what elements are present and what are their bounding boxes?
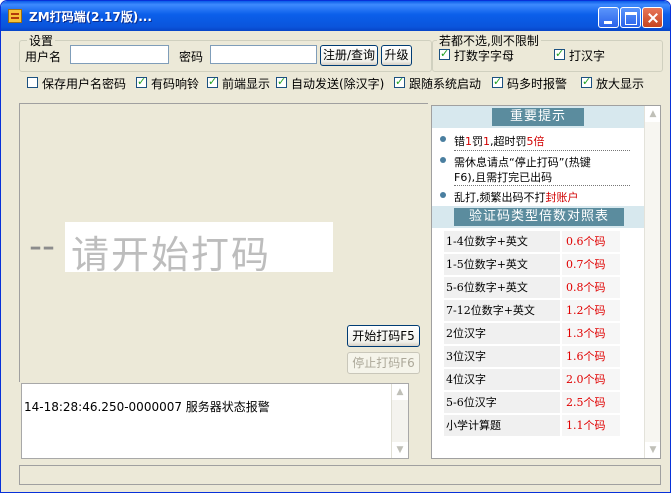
scroll-down-icon[interactable]: ▼ (645, 442, 660, 458)
register-query-button[interactable]: 注册/查询 (320, 45, 378, 66)
log-line: 14-18:28:46.250-0000007 服务器状态报警 (24, 400, 270, 414)
divider (454, 185, 630, 186)
username-input[interactable] (70, 45, 169, 64)
notice-panel: 重要提示 错1罚1,超时罚5倍 需休息请点“停止打码”(热键 F6),且需打完已… (431, 105, 661, 459)
start-typing-button[interactable]: 开始打码F5 (347, 325, 420, 347)
window-title: ZM打码端(2.17版)... (29, 10, 152, 24)
table-row: 3位汉字 1.6个码 (444, 346, 620, 367)
divider (454, 150, 630, 151)
chinese-check[interactable] (554, 47, 565, 60)
table-row: 1-5位数字+英文 0.7个码 (444, 254, 620, 275)
app-window: ZM打码端(2.17版)... 设置 用户名 密码 注册/查询 升级 若都不选,… (0, 0, 671, 493)
password-label: 密码 (179, 50, 204, 64)
table-row: 7-12位数字+英文 1.2个码 (444, 300, 620, 321)
table-row: 4位汉字 2.0个码 (444, 369, 620, 390)
table-row: 5-6位汉字 2.5个码 (444, 392, 620, 413)
password-input[interactable] (210, 45, 317, 64)
notice-title: 重要提示 (492, 108, 584, 126)
minimize-button[interactable] (598, 7, 619, 28)
log-area[interactable]: 14-18:28:46.250-0000007 服务器状态报警 ▲ ▼ (21, 383, 409, 459)
maximize-button[interactable] (620, 7, 641, 28)
status-bar (19, 465, 661, 485)
notice-scrollbar[interactable]: ▲ ▼ (644, 106, 660, 458)
prompt-text: 请开始打码 (71, 233, 272, 277)
table-row: 小学计算题 1.1个码 (444, 415, 620, 436)
digits-letters-label: 打数字字母 (454, 49, 515, 63)
scroll-up-icon[interactable]: ▲ (392, 384, 408, 400)
chinese-label: 打汉字 (569, 49, 606, 63)
prompt-box: 请开始打码 (65, 222, 333, 277)
close-button[interactable] (642, 7, 663, 28)
table-row: 5-6位数字+英文 0.8个码 (444, 277, 620, 298)
app-icon (8, 9, 22, 23)
title-bar[interactable]: ZM打码端(2.17版)... (1, 1, 670, 31)
log-scrollbar[interactable]: ▲ ▼ (391, 384, 408, 458)
username-label: 用户名 (25, 50, 62, 64)
digits-letters-check[interactable] (439, 47, 450, 60)
bullet-icon (440, 136, 446, 142)
table-row: 2位汉字 1.3个码 (444, 323, 620, 344)
upgrade-button[interactable]: 升级 (381, 45, 412, 66)
table-row: 1-4位数字+英文 0.6个码 (444, 231, 620, 252)
settings-legend: 设置 (27, 32, 56, 49)
stop-typing-button[interactable]: 停止打码F6 (347, 352, 420, 374)
scroll-down-icon[interactable]: ▼ (392, 442, 408, 458)
table-title: 验证码类型倍数对照表 (454, 208, 624, 226)
bullet-icon (440, 192, 446, 198)
scroll-up-icon[interactable]: ▲ (645, 106, 660, 122)
prompt-dashes: -- (29, 226, 55, 267)
bullet-icon (440, 157, 446, 163)
